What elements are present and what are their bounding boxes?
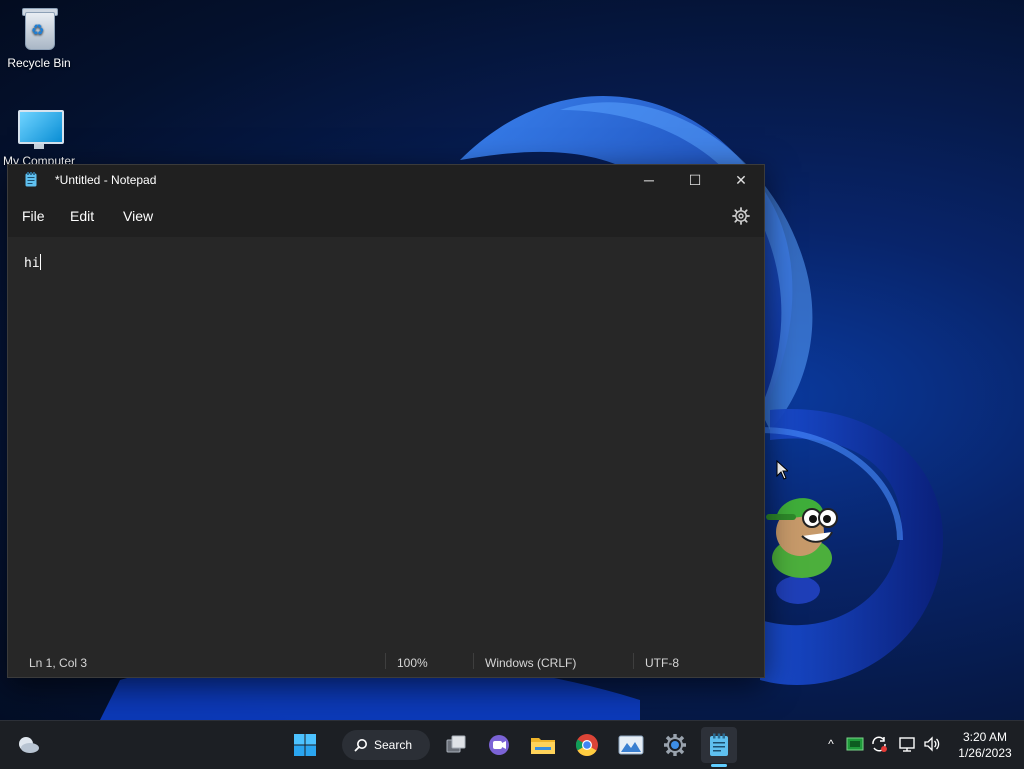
network-icon bbox=[899, 737, 915, 752]
status-bar: Ln 1, Col 3 100% Windows (CRLF) UTF-8 bbox=[8, 645, 764, 677]
status-cursor-position: Ln 1, Col 3 bbox=[29, 656, 88, 670]
notepad-icon bbox=[710, 733, 728, 756]
menu-file[interactable]: File bbox=[22, 208, 45, 224]
recycle-bin-icon: ♻ bbox=[17, 8, 61, 52]
clock-time: 3:20 AM bbox=[962, 730, 1008, 744]
desktop-icon-my-computer[interactable]: My Computer bbox=[1, 106, 77, 168]
desktop-icon-recycle-bin[interactable]: ♻ Recycle Bin bbox=[1, 8, 77, 70]
status-zoom: 100% bbox=[397, 656, 428, 670]
task-view-icon bbox=[446, 735, 466, 753]
file-explorer-icon bbox=[531, 738, 555, 754]
gpu-monitor-icon bbox=[846, 737, 864, 751]
computer-icon bbox=[17, 106, 64, 150]
status-encoding: UTF-8 bbox=[645, 656, 679, 670]
photos-icon bbox=[618, 735, 644, 755]
desktop-icon-label: Recycle Bin bbox=[7, 56, 71, 70]
clock-date: 1/26/2023 bbox=[958, 746, 1012, 760]
editor-text: hi bbox=[24, 256, 40, 271]
text-editor-area[interactable]: hi bbox=[8, 237, 764, 645]
notepad-window[interactable]: *Untitled - Notepad ─ ☐ ✕ File Edit View… bbox=[7, 164, 765, 678]
chevron-up-icon: ^ bbox=[828, 737, 834, 751]
sync-icon bbox=[872, 736, 887, 752]
notepad-app-icon bbox=[25, 172, 37, 187]
search-icon bbox=[354, 739, 367, 752]
search-label: Search bbox=[374, 738, 413, 752]
file-explorer-button[interactable] bbox=[525, 727, 561, 763]
chrome-icon bbox=[576, 734, 598, 756]
menu-view[interactable]: View bbox=[123, 208, 153, 224]
start-button[interactable] bbox=[287, 727, 323, 763]
photos-button[interactable] bbox=[613, 727, 649, 763]
status-line-ending: Windows (CRLF) bbox=[485, 656, 577, 670]
window-title: *Untitled - Notepad bbox=[55, 173, 157, 187]
menu-edit[interactable]: Edit bbox=[70, 208, 94, 224]
active-app-indicator bbox=[711, 764, 727, 767]
volume-icon bbox=[924, 736, 940, 752]
settings-gear-icon[interactable] bbox=[732, 207, 750, 225]
status-divider bbox=[385, 653, 386, 669]
desktop-mascot-image bbox=[766, 498, 838, 604]
close-button[interactable]: ✕ bbox=[718, 165, 764, 195]
notepad-taskbar-button[interactable] bbox=[701, 727, 737, 763]
weather-widget-icon[interactable] bbox=[14, 731, 42, 759]
maximize-button[interactable]: ☐ bbox=[672, 165, 718, 195]
minimize-button[interactable]: ─ bbox=[626, 165, 672, 195]
taskbar-search-button[interactable]: Search bbox=[342, 730, 430, 760]
minimize-icon: ─ bbox=[644, 172, 654, 188]
maximize-icon: ☐ bbox=[688, 171, 702, 188]
start-icon bbox=[294, 734, 316, 756]
settings-button[interactable] bbox=[657, 727, 693, 763]
tray-overflow-button[interactable]: ^ bbox=[821, 733, 841, 755]
editor-content: hi bbox=[24, 254, 41, 271]
taskbar-clock[interactable]: 3:20 AM 1/26/2023 bbox=[950, 729, 1020, 761]
teams-chat-button[interactable] bbox=[481, 727, 517, 763]
tray-network-button[interactable] bbox=[897, 733, 917, 755]
task-view-button[interactable] bbox=[438, 727, 474, 763]
tray-sync-button[interactable] bbox=[869, 733, 889, 755]
menu-bar: File Edit View bbox=[8, 195, 764, 237]
taskbar: Search ^ 3:20 AM 1/26/2023 bbox=[0, 720, 1024, 769]
title-bar[interactable]: *Untitled - Notepad ─ ☐ ✕ bbox=[8, 165, 764, 195]
teams-chat-icon bbox=[489, 735, 509, 755]
settings-icon bbox=[664, 734, 686, 756]
tray-volume-button[interactable] bbox=[922, 733, 942, 755]
text-caret bbox=[39, 254, 41, 270]
close-icon: ✕ bbox=[735, 171, 747, 188]
tray-gpu-button[interactable] bbox=[845, 733, 865, 755]
status-divider bbox=[633, 653, 634, 669]
mouse-cursor-icon bbox=[776, 460, 788, 480]
status-divider bbox=[473, 653, 474, 669]
chrome-button[interactable] bbox=[569, 727, 605, 763]
